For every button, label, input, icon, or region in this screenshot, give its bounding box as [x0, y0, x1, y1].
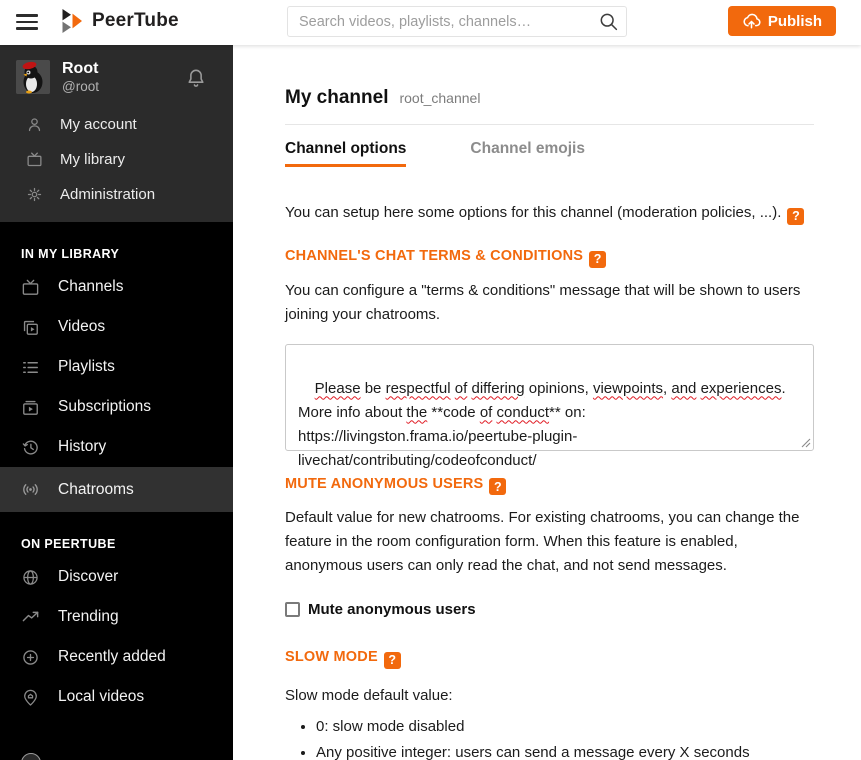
- user-menu-block: Root @root My account My library Adminis…: [0, 45, 233, 222]
- search-icon[interactable]: [598, 11, 619, 32]
- upload-cloud-icon: [743, 13, 761, 28]
- tv-icon: [26, 151, 43, 168]
- notifications-bell-icon[interactable]: [185, 67, 207, 91]
- sidebar-item-label: Trending: [58, 608, 119, 625]
- sidebar: Root @root My account My library Adminis…: [0, 45, 233, 760]
- slow-mode-list: 0: slow mode disabled Any positive integ…: [285, 715, 814, 760]
- section-title-in-my-library: IN MY LIBRARY: [21, 247, 120, 261]
- mute-checkbox[interactable]: [285, 602, 300, 617]
- terms-textarea-content: Please be respectful of differing opinio…: [298, 379, 786, 469]
- publish-button[interactable]: Publish: [727, 6, 836, 36]
- sidebar-item-channels[interactable]: Channels: [0, 267, 233, 307]
- sidebar-item-label: Videos: [58, 318, 106, 335]
- subscriptions-icon: [21, 398, 40, 417]
- home-pin-icon: [21, 688, 40, 707]
- top-bar: PeerTube Publish: [0, 0, 861, 45]
- channels-icon: [21, 278, 40, 297]
- menu-toggle-icon[interactable]: [16, 12, 38, 32]
- user-row[interactable]: Root @root: [0, 45, 233, 107]
- sidebar-item-label: Channels: [58, 278, 124, 295]
- user-meta: Root @root: [62, 59, 99, 95]
- sidebar-item-videos[interactable]: Videos: [0, 307, 233, 347]
- user-handle: @root: [62, 79, 99, 94]
- slow-mode-bullet: Any positive integer: users can send a m…: [316, 741, 814, 760]
- terms-description: You can configure a "terms & conditions"…: [285, 281, 801, 323]
- resize-handle-icon[interactable]: [801, 438, 811, 448]
- tab-channel-emojis[interactable]: Channel emojis: [470, 140, 585, 167]
- sidebar-item-my-library[interactable]: My library: [0, 142, 233, 177]
- sidebar-item-my-account[interactable]: My account: [0, 107, 233, 142]
- sidebar-item-playlists[interactable]: Playlists: [0, 347, 233, 387]
- help-icon[interactable]: ?: [489, 478, 507, 495]
- sidebar-item-chatrooms[interactable]: Chatrooms: [0, 467, 233, 512]
- main-content: My channel root_channel Channel options …: [233, 45, 861, 760]
- mute-heading: MUTE ANONYMOUS USERS: [285, 475, 484, 492]
- sidebar-item-label: Chatrooms: [58, 480, 134, 498]
- mute-heading-row: MUTE ANONYMOUS USERS?: [285, 475, 814, 495]
- mute-checkbox-label[interactable]: Mute anonymous users: [308, 601, 476, 618]
- peertube-play-icon: [62, 9, 82, 33]
- sidebar-item-label: Recently added: [58, 648, 166, 665]
- sidebar-item-label: Subscriptions: [58, 398, 152, 415]
- sidebar-item-recently-added[interactable]: Recently added: [0, 637, 233, 677]
- slow-mode-bullet: 0: slow mode disabled: [316, 715, 814, 739]
- terms-textarea[interactable]: Please be respectful of differing opinio…: [285, 343, 814, 469]
- sidebar-item-discover[interactable]: Discover: [0, 557, 233, 597]
- sidebar-item-label: Local videos: [58, 688, 145, 705]
- gear-icon: [26, 186, 43, 203]
- peertube-logo[interactable]: PeerTube: [62, 9, 179, 33]
- sidebar-item-label: Discover: [58, 568, 119, 585]
- sidebar-item-label: My library: [60, 151, 126, 168]
- avatar: [16, 60, 50, 94]
- help-icon[interactable]: ?: [383, 651, 401, 669]
- title-divider: [285, 124, 814, 125]
- search-area: [287, 6, 627, 37]
- help-icon[interactable]: ?: [787, 207, 805, 225]
- brand-title: PeerTube: [92, 10, 179, 31]
- sidebar-item-label: Playlists: [58, 358, 115, 375]
- chatrooms-broadcast-icon: [21, 480, 40, 499]
- trending-icon: [21, 608, 40, 627]
- playlist-icon: [21, 358, 40, 377]
- tab-channel-options[interactable]: Channel options: [285, 140, 407, 167]
- sidebar-item-administration[interactable]: Administration: [0, 177, 233, 212]
- sidebar-item-local-videos[interactable]: Local videos: [0, 677, 233, 717]
- page-header: My channel root_channel: [285, 87, 814, 109]
- search-input[interactable]: [287, 6, 627, 37]
- sidebar-item-partial-icon[interactable]: [21, 753, 41, 760]
- intro-paragraph: You can setup here some options for this…: [285, 201, 814, 225]
- sidebar-item-history[interactable]: History: [0, 427, 233, 467]
- mute-checkbox-row[interactable]: Mute anonymous users: [285, 601, 814, 618]
- user-name: Root: [62, 60, 99, 77]
- terms-heading: CHANNEL'S CHAT TERMS & CONDITIONS: [285, 248, 584, 264]
- globe-icon: [21, 568, 40, 587]
- intro-text: You can setup here some options for this…: [285, 204, 782, 221]
- history-icon: [21, 438, 40, 457]
- channel-handle: root_channel: [399, 90, 481, 106]
- tabs: Channel options Channel emojis: [285, 140, 814, 167]
- sidebar-item-trending[interactable]: Trending: [0, 597, 233, 637]
- sidebar-item-label: Administration: [60, 186, 156, 203]
- terms-heading-row: CHANNEL'S CHAT TERMS & CONDITIONS?: [285, 248, 814, 268]
- person-icon: [26, 116, 43, 133]
- slow-mode-heading: SLOW MODE: [285, 649, 378, 665]
- slow-heading-row: SLOW MODE?: [285, 649, 814, 669]
- sidebar-item-subscriptions[interactable]: Subscriptions: [0, 387, 233, 427]
- publish-label: Publish: [767, 12, 822, 30]
- plus-circle-icon: [21, 648, 40, 667]
- help-icon[interactable]: ?: [589, 250, 607, 268]
- videos-icon: [21, 318, 40, 337]
- page-title: My channel: [285, 87, 389, 108]
- penguin-avatar-icon: [16, 60, 50, 94]
- slow-mode-intro: Slow mode default value:: [285, 686, 453, 704]
- sidebar-item-label: My account: [60, 116, 137, 133]
- section-title-on-peertube: ON PEERTUBE: [21, 537, 116, 551]
- sidebar-item-label: History: [58, 438, 107, 455]
- mute-description: Default value for new chatrooms. For exi…: [285, 509, 800, 574]
